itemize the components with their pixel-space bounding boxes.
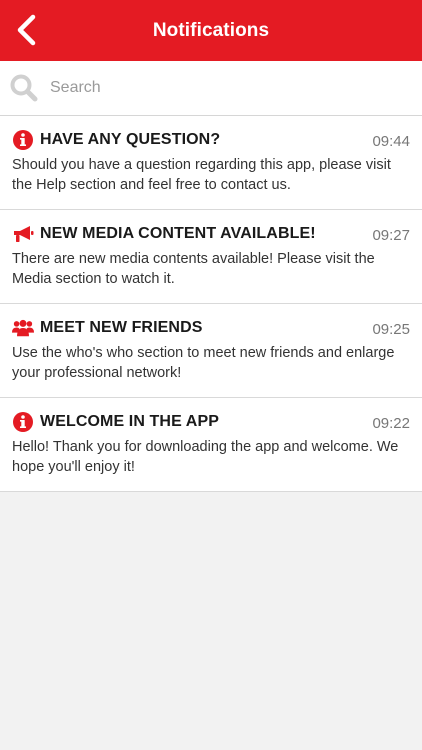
notification-item[interactable]: NEW MEDIA CONTENT AVAILABLE! 09:27 There… <box>0 210 422 304</box>
megaphone-icon <box>12 223 34 245</box>
notification-time: 09:44 <box>372 133 410 150</box>
notification-item[interactable]: WELCOME IN THE APP 09:22 Hello! Thank yo… <box>0 398 422 492</box>
chevron-left-icon <box>17 14 36 46</box>
notification-time: 09:22 <box>372 415 410 432</box>
notification-title: WELCOME IN THE APP <box>40 413 219 430</box>
users-icon <box>12 317 34 339</box>
notification-item[interactable]: MEET NEW FRIENDS 09:25 Use the who's who… <box>0 304 422 398</box>
notification-time: 09:25 <box>372 321 410 338</box>
notification-list: HAVE ANY QUESTION? 09:44 Should you have… <box>0 116 422 492</box>
notification-body: Should you have a question regarding thi… <box>12 157 391 193</box>
search-input[interactable] <box>50 79 380 97</box>
info-circle-icon <box>12 129 34 151</box>
back-button[interactable] <box>8 10 44 50</box>
notification-title: NEW MEDIA CONTENT AVAILABLE! <box>40 225 316 242</box>
notification-body: There are new media contents available! … <box>12 251 375 287</box>
notification-item[interactable]: HAVE ANY QUESTION? 09:44 Should you have… <box>0 116 422 210</box>
page-title: Notifications <box>152 19 270 41</box>
notification-body: Hello! Thank you for downloading the app… <box>12 439 399 475</box>
notification-title: MEET NEW FRIENDS <box>40 319 203 336</box>
search-icon <box>10 74 38 102</box>
search-bar <box>0 61 422 116</box>
notification-time: 09:27 <box>372 227 410 244</box>
notification-title: HAVE ANY QUESTION? <box>40 131 221 148</box>
notification-body: Use the who's who section to meet new fr… <box>12 345 395 381</box>
info-circle-icon <box>12 411 34 433</box>
top-bar: Notifications <box>0 0 422 61</box>
